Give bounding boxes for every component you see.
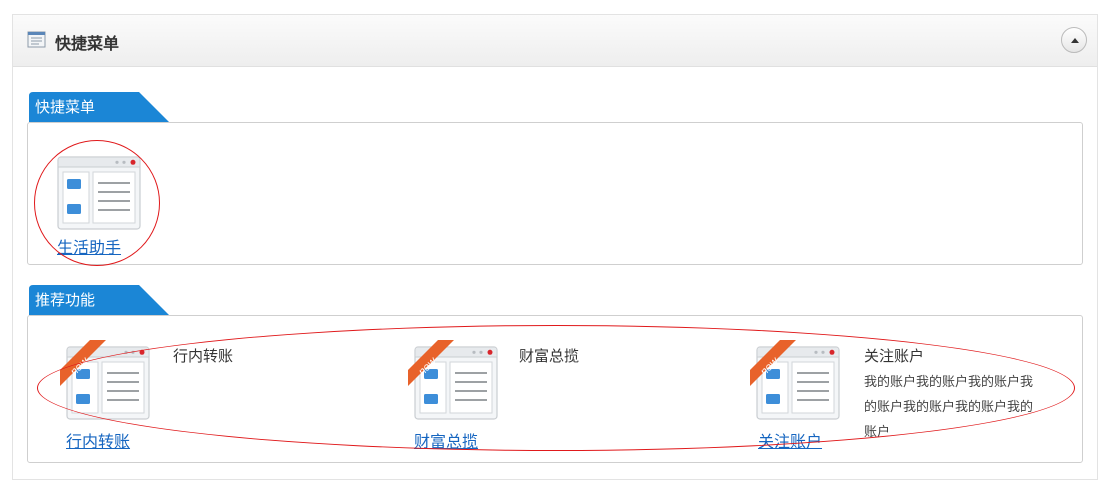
app-window-icon[interactable]	[57, 156, 141, 230]
new-badge-text: new	[68, 355, 92, 379]
recommended-item-title: 关注账户	[864, 347, 925, 365]
tab-quick-menu: 快捷菜单	[29, 92, 169, 122]
new-badge-icon: new	[408, 340, 454, 386]
new-badge-icon: new	[750, 340, 796, 386]
quick-menu-box	[27, 122, 1083, 265]
new-badge-icon: new	[60, 340, 106, 386]
chevron-up-icon	[1071, 38, 1079, 43]
tab-recommended: 推荐功能	[29, 285, 169, 315]
recommended-item-link[interactable]: 财富总揽	[414, 428, 478, 452]
list-window-icon	[27, 31, 46, 48]
new-badge-text: new	[416, 355, 440, 379]
tab-quick-menu-label: 快捷菜单	[35, 98, 96, 116]
panel-header: 快捷菜单	[13, 15, 1097, 67]
recommended-item-title: 行内转账	[173, 347, 234, 365]
tab-recommended-label: 推荐功能	[35, 291, 96, 309]
new-badge-text: new	[758, 355, 782, 379]
recommended-item-title: 财富总揽	[519, 347, 580, 365]
panel-title: 快捷菜单	[55, 34, 120, 53]
recommended-item-link[interactable]: 关注账户	[758, 428, 822, 452]
quick-item-link[interactable]: 生活助手	[57, 234, 121, 258]
recommended-item-link[interactable]: 行内转账	[66, 428, 130, 452]
recommended-item-desc: 我的账户我的账户我的账户我的账户我的账户我的账户我的账户	[864, 375, 1034, 440]
collapse-button[interactable]	[1061, 27, 1087, 53]
